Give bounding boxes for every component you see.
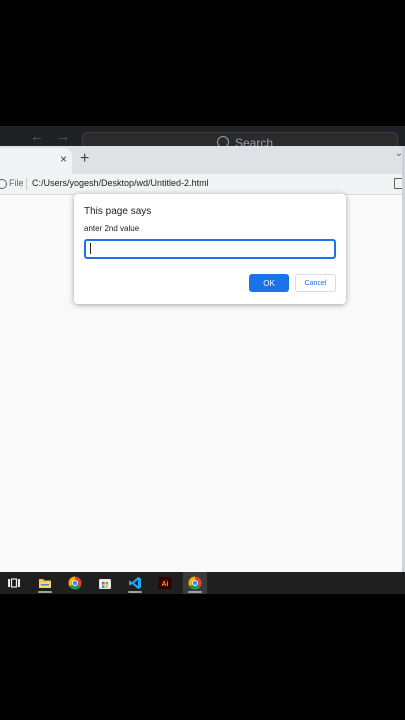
forward-arrow-icon[interactable]: → [56, 128, 70, 144]
adobe-illustrator-icon: Ai [158, 577, 172, 589]
screen: ← → Search × + ⌄ File C:/Users/yogesh/De… [0, 0, 405, 720]
taskbar-item-chrome-active[interactable] [183, 572, 207, 594]
taskbar-item-chrome[interactable] [63, 572, 87, 594]
microsoft-store-icon [99, 579, 111, 589]
prompt-input[interactable] [84, 239, 336, 259]
dialog-message: anter 2nd value [84, 224, 140, 233]
tab-strip: × + ⌄ [0, 146, 405, 174]
taskbar-item-vscode[interactable] [123, 572, 147, 594]
taskbar-item-file-explorer[interactable] [33, 572, 57, 594]
close-icon[interactable]: × [60, 152, 67, 166]
text-caret [90, 243, 91, 254]
taskbar-item-store[interactable] [93, 572, 117, 594]
prompt-dialog: This page says anter 2nd value OK Cancel [74, 194, 346, 304]
dialog-title: This page says [84, 206, 152, 217]
cancel-button[interactable]: Cancel [295, 274, 336, 292]
ok-button[interactable]: OK [249, 274, 289, 292]
taskbar: Ai [0, 572, 405, 594]
address-bar[interactable]: File C:/Users/yogesh/Desktop/wd/Untitled… [0, 174, 405, 194]
illustrator-text: Ai [162, 581, 169, 588]
browser-window: ← → Search × + ⌄ File C:/Users/yogesh/De… [0, 126, 405, 572]
task-view-icon [8, 578, 20, 588]
taskbar-item-illustrator[interactable]: Ai [153, 572, 177, 594]
chrome-icon [188, 576, 202, 590]
back-arrow-icon[interactable]: ← [30, 128, 44, 144]
taskbar-item-task-view[interactable] [2, 572, 26, 594]
address-divider [26, 178, 27, 190]
file-explorer-icon [39, 579, 51, 588]
browser-titlebar: ← → Search [0, 126, 405, 154]
vscode-icon [129, 577, 141, 589]
chrome-icon [68, 576, 82, 590]
new-tab-button[interactable]: + [80, 150, 89, 168]
url-text[interactable]: C:/Users/yogesh/Desktop/wd/Untitled-2.ht… [32, 178, 209, 188]
scheme-label: File [9, 178, 24, 188]
tab-active[interactable]: × [0, 148, 72, 174]
info-icon[interactable] [0, 179, 7, 189]
